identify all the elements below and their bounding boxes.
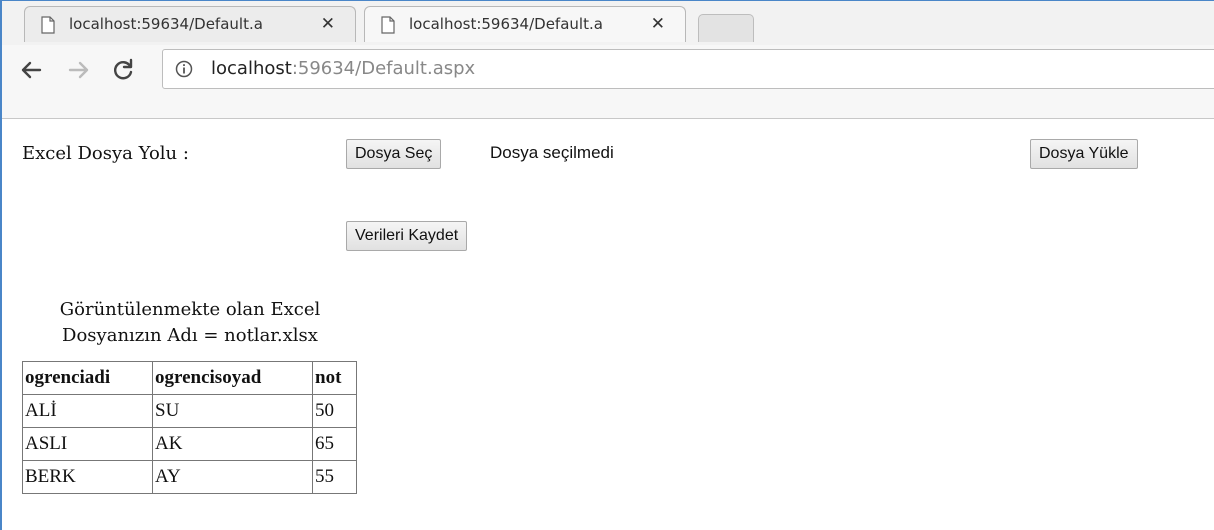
- table-row: BERK AY 55: [22, 460, 357, 494]
- table-row: ALİ SU 50: [22, 394, 357, 428]
- table-cell: AY: [152, 460, 313, 494]
- url-host: localhost: [211, 58, 292, 79]
- no-file-status: Dosya seçilmedi: [490, 143, 614, 162]
- url-path: :59634/Default.aspx: [291, 58, 476, 79]
- excel-path-label: Excel Dosya Yolu :: [22, 143, 189, 164]
- table-cell: ASLI: [22, 427, 153, 461]
- close-icon[interactable]: ✕: [651, 14, 665, 34]
- table-cell: BERK: [22, 460, 153, 494]
- info-icon[interactable]: [175, 60, 193, 78]
- page-icon: [41, 16, 55, 34]
- new-tab-button[interactable]: [698, 14, 754, 42]
- table-cell: 65: [312, 427, 357, 461]
- tab-strip: localhost:59634/Default.a ✕ localhost:59…: [2, 1, 1214, 45]
- choose-file-button[interactable]: Dosya Seç: [346, 139, 442, 169]
- close-icon[interactable]: ✕: [321, 14, 335, 34]
- header-row: ogrenciadi ogrencisoyad not: [22, 361, 357, 395]
- table-cell: ALİ: [22, 394, 153, 428]
- page-content: Excel Dosya Yolu : Dosya Seç Dosya seçil…: [2, 119, 1214, 530]
- save-data-button[interactable]: Verileri Kaydet: [346, 221, 468, 251]
- url-text: localhost:59634/Default.aspx: [211, 58, 475, 79]
- browser-tab-1[interactable]: localhost:59634/Default.a ✕: [24, 6, 356, 42]
- tab-title: localhost:59634/Default.a: [69, 15, 263, 33]
- upload-file-button[interactable]: Dosya Yükle: [1030, 139, 1138, 169]
- header-cell: ogrencisoyad: [152, 361, 313, 395]
- caption-line-2: Dosyanızın Adı = notlar.xlsx: [62, 325, 318, 346]
- toolbar: localhost:59634/Default.aspx: [2, 45, 1214, 119]
- back-arrow-icon[interactable]: [16, 55, 46, 85]
- page-icon: [381, 16, 395, 34]
- data-grid: ogrenciadi ogrencisoyad not ALİ SU 50 AS…: [22, 361, 357, 494]
- browser-tab-2[interactable]: localhost:59634/Default.a ✕: [364, 6, 686, 42]
- address-bar[interactable]: localhost:59634/Default.aspx: [162, 49, 1214, 89]
- table-row: ASLI AK 65: [22, 427, 357, 461]
- table-cell: 50: [312, 394, 357, 428]
- reload-icon[interactable]: [108, 55, 138, 85]
- grid-caption: Görüntülenmekte olan Excel Dosyanızın Ad…: [22, 297, 358, 349]
- table-cell: SU: [152, 394, 313, 428]
- caption-line-1: Görüntülenmekte olan Excel: [59, 299, 321, 320]
- browser-window: localhost:59634/Default.a ✕ localhost:59…: [0, 0, 1214, 530]
- header-cell: ogrenciadi: [22, 361, 153, 395]
- table-cell: 55: [312, 460, 357, 494]
- header-cell: not: [312, 361, 357, 395]
- tab-title: localhost:59634/Default.a: [409, 15, 603, 33]
- forward-arrow-icon[interactable]: [64, 55, 94, 85]
- table-cell: AK: [152, 427, 313, 461]
